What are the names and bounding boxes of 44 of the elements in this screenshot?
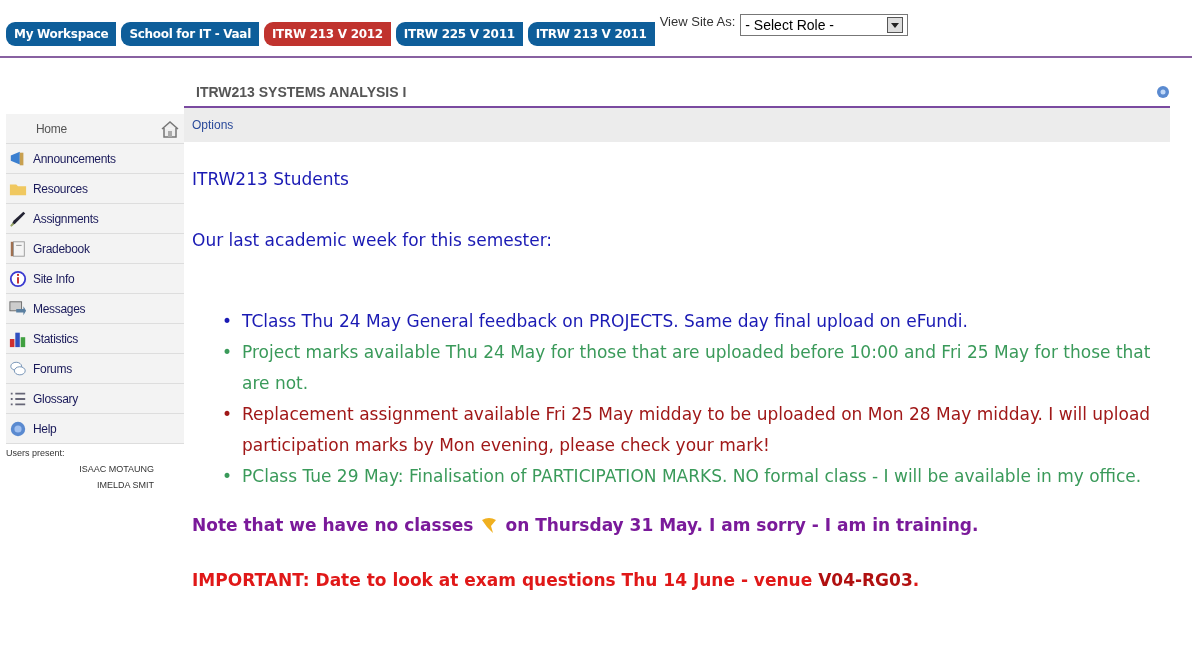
site-title: ITRW213 SYSTEMS ANALYSIS I	[196, 84, 407, 100]
options-link[interactable]: Options	[192, 118, 234, 132]
messages-icon	[9, 299, 27, 318]
sidebar-item[interactable]: Site Info	[6, 264, 184, 294]
sidebar-item[interactable]: Resources	[6, 174, 184, 204]
site-tab[interactable]: My Workspace	[6, 22, 117, 46]
sidebar-item[interactable]: Assignments	[6, 204, 184, 234]
sidebar-item[interactable]: Gradebook	[6, 234, 184, 264]
important-text: IMPORTANT: Date to look at exam questions Thu 14 June - venue V04-RG03.	[192, 569, 921, 592]
info-icon	[9, 269, 27, 288]
bullet-item: Project marks available Thu 24 May for those that are uploaded before 10:00 and Fri 25 May for those that are not.	[242, 341, 1152, 395]
user-name: ISAAC MOTAUNG	[78, 464, 155, 474]
help-icon	[9, 419, 27, 438]
bullet-item: Replacement assignment available Fri 25 May midday to be uploaded on Mon 28 May midday. I will upload participation marks by Mon evening, please check your mark!	[242, 403, 1152, 457]
user-name: IMELDA SMIT	[96, 480, 155, 490]
bullet-mark: •	[222, 403, 233, 426]
sidebar-item[interactable]: Help	[6, 414, 184, 444]
book-icon	[9, 239, 27, 258]
bullet-mark: •	[222, 310, 233, 333]
sidebar-item[interactable]: Home	[6, 114, 184, 144]
pen-icon	[9, 209, 27, 228]
sidebar-item[interactable]: Glossary	[6, 384, 184, 414]
site-tab[interactable]: ITRW 213 V 2012	[263, 22, 391, 46]
speech-bubbles-icon	[9, 359, 27, 378]
bullet-item: TClass Thu 24 May General feedback on PROJECTS. Same day final upload on eFundi.	[242, 310, 968, 333]
intro-text: Our last academic week for this semester:	[192, 229, 554, 252]
role-dropdown[interactable]: - Select Role -	[740, 14, 909, 36]
greeting-text: ITRW213 Students	[192, 168, 350, 191]
bullet-mark: •	[222, 341, 233, 364]
site-tab[interactable]: ITRW 225 V 2011	[395, 22, 523, 46]
note-text: on Thursday 31 May. I am sorry - I am in training.	[505, 514, 979, 537]
users-present-label: Users present:	[6, 448, 66, 458]
bullet-mark: •	[222, 465, 233, 488]
home-icon	[160, 119, 180, 138]
sidebar-item[interactable]: Messages	[6, 294, 184, 324]
help-icon[interactable]	[1156, 85, 1170, 99]
site-tab[interactable]: ITRW 213 V 2011	[527, 22, 655, 46]
view-site-as-label: View Site As:	[659, 14, 736, 29]
sidebar-item[interactable]: Statistics	[6, 324, 184, 354]
site-tab[interactable]: School for IT - Vaal	[121, 22, 259, 46]
bullet-item: PClass Tue 29 May: Finalisation of PARTICIPATION MARKS. NO formal class - I will be available in my office.	[242, 465, 1142, 488]
sidebar-item[interactable]: Announcements	[6, 144, 184, 174]
sidebar-item[interactable]: Forums	[6, 354, 184, 384]
note-text: Note that we have no classes	[192, 514, 474, 537]
